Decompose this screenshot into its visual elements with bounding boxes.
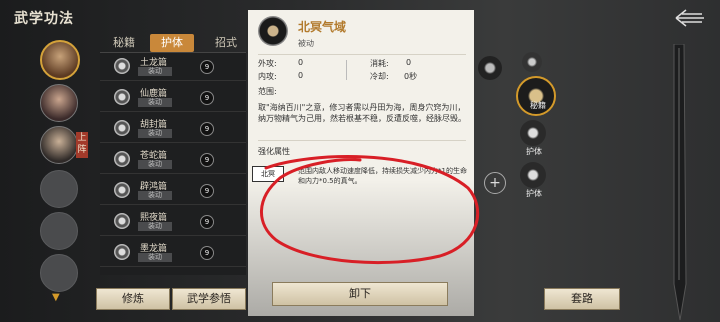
list-item[interactable]: 胡封篇 装动 9 [100,115,246,143]
character-avatar-3[interactable] [40,126,78,164]
divider [258,140,466,141]
divider [258,54,466,55]
slot-top-icon[interactable] [522,52,542,72]
list-item[interactable]: 土龙篇 装动 9 [100,53,246,81]
skill-detail-icon [258,16,288,46]
page-title: 武学功法 [14,11,74,27]
scroll-down-icon[interactable]: ▼ [52,292,60,303]
skill-status: 装动 [138,129,172,138]
unequip-button[interactable]: 卸下 [272,282,448,306]
skill-status: 装动 [138,98,172,107]
skill-icon [114,182,130,198]
skill-status: 装动 [138,67,172,76]
empty-slot[interactable] [40,254,78,292]
cost-value: 0 [406,58,412,67]
skill-count-badge: 9 [200,184,214,198]
skill-icon [114,213,130,229]
skill-count-badge: 9 [200,153,214,167]
character-avatar-1[interactable] [40,40,80,80]
skill-list: 土龙篇 装动 9 仙鹿篇 装动 9 胡封篇 装动 9 苍蛇篇 装动 9 辟鸿篇 … [100,52,246,275]
back-arrow-icon[interactable] [674,8,706,28]
skill-status: 装动 [138,253,172,262]
skill-icon [114,244,130,260]
inner-atk-label: 内攻: [258,72,277,81]
range-label: 范围: [258,87,277,96]
routine-button[interactable]: 套路 [544,288,620,310]
skill-count-badge: 9 [200,60,214,74]
skill-status: 装动 [138,191,172,200]
list-item[interactable]: 仙鹿篇 装动 9 [100,84,246,112]
list-item[interactable]: 苍蛇篇 装动 9 [100,146,246,174]
divider [346,60,347,80]
side-label: 秘籍 [530,101,546,110]
outer-atk-value: 0 [298,58,304,67]
inner-atk-value: 0 [298,71,304,80]
skill-detail-type: 被动 [298,39,314,48]
cost-label: 消耗: [370,59,389,68]
skill-icon [114,89,130,105]
skill-status: 装动 [138,160,172,169]
tab-secret-book[interactable]: 秘籍 [104,34,144,52]
comprehend-button[interactable]: 武学参悟 [172,288,246,310]
red-circle-annotation [260,155,480,265]
list-item[interactable]: 辟鸿篇 装动 9 [100,177,246,205]
skill-count-badge: 9 [200,246,214,260]
slot-b-label: 护体 [526,189,542,198]
body-guard-slot-icon[interactable] [520,162,546,188]
skill-count-badge: 9 [200,91,214,105]
side-slot-icon[interactable] [478,56,502,80]
skill-count-badge: 9 [200,215,214,229]
list-item[interactable]: 墨龙篇 装动 9 [100,239,246,267]
skill-status: 装动 [138,222,172,231]
add-slot-icon[interactable]: + [484,172,506,194]
list-item[interactable]: 熙夜篇 装动 9 [100,208,246,236]
skill-detail-name: 北冥气域 [298,20,347,34]
empty-slot[interactable] [40,212,78,250]
outer-atk-label: 外攻: [258,59,277,68]
character-avatar-2[interactable] [40,84,78,122]
cooldown-label: 冷却: [370,72,389,81]
tab-moves[interactable]: 招式 [206,34,246,52]
cooldown-value: 0秒 [404,72,418,81]
active-badge: 上阵 [76,132,88,158]
empty-slot[interactable] [40,170,78,208]
skill-count-badge: 9 [200,122,214,136]
skill-icon [114,120,130,136]
body-guard-slot-icon[interactable] [520,120,546,146]
skill-icon [114,58,130,74]
cultivate-button[interactable]: 修炼 [96,288,170,310]
sword-icon [673,44,687,321]
skill-description: 取"海纳百川"之意，修习者需以丹田为海，周身穴窍为川，纳万物精气为己用，然若根基… [258,103,466,123]
tab-body-guard[interactable]: 护体 [150,34,194,52]
slot-a-label: 护体 [526,147,542,156]
skill-icon [114,151,130,167]
